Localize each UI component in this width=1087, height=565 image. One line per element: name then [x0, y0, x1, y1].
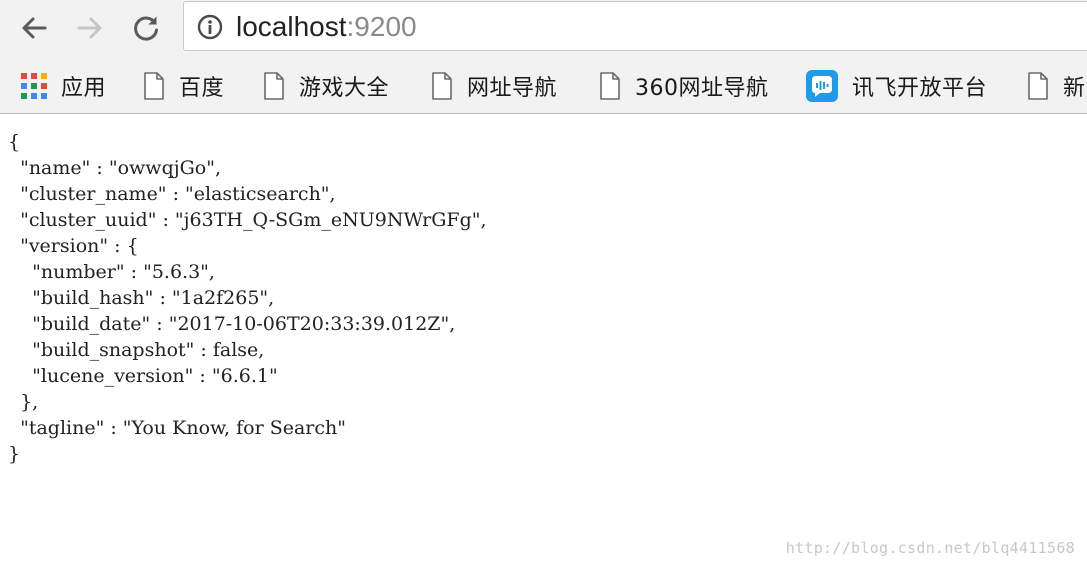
page-icon: [432, 72, 452, 100]
browser-toolbar: localhost:9200: [0, 0, 1087, 57]
back-button[interactable]: [14, 8, 54, 48]
browser-window: localhost:9200 应用 百度 游戏大全 网址导航 360网址导航 讯…: [0, 0, 1087, 565]
json-line: "build_date" : "2017-10-06T20:33:39.012Z…: [8, 313, 456, 335]
reload-icon: [134, 16, 158, 41]
bookmark-label: 游戏大全: [299, 76, 390, 101]
arrow-right-icon: [77, 17, 102, 39]
bookmark-360-nav[interactable]: 360网址导航: [599, 69, 769, 103]
apps-grid-icon: [21, 73, 47, 99]
json-line: "number" : "5.6.3",: [8, 261, 215, 283]
address-bar[interactable]: localhost:9200: [183, 1, 1087, 51]
json-line: "cluster_name" : "elasticsearch",: [8, 183, 336, 205]
xunfei-icon: [806, 70, 838, 102]
bookmark-apps[interactable]: 应用: [21, 69, 106, 103]
json-line: },: [8, 391, 39, 413]
bookmark-label: 百度: [179, 76, 225, 101]
bookmarks-bar: 应用 百度 游戏大全 网址导航 360网址导航 讯飞开放平台 新: [0, 57, 1087, 114]
bookmark-more[interactable]: 新: [1027, 69, 1086, 103]
json-response: { "name" : "owwqjGo", "cluster_name" : "…: [8, 129, 487, 467]
watermark: http://blog.csdn.net/blq4411568: [785, 539, 1075, 557]
reload-button[interactable]: [126, 8, 166, 48]
page-icon: [600, 72, 620, 100]
url-host: localhost: [236, 11, 347, 42]
bookmark-label: 360网址导航: [635, 76, 769, 101]
json-line: }: [8, 443, 21, 465]
url-port: :9200: [346, 11, 417, 42]
bookmark-label: 新: [1063, 76, 1086, 101]
bookmark-label: 网址导航: [467, 76, 558, 101]
forward-button[interactable]: [70, 8, 110, 48]
bookmark-label: 讯飞开放平台: [852, 76, 988, 101]
json-line: "version" : {: [8, 235, 139, 257]
bookmark-label: 应用: [61, 76, 107, 101]
page-icon: [1028, 72, 1048, 100]
json-line: "build_snapshot" : false,: [8, 339, 265, 361]
json-line: {: [8, 131, 21, 153]
json-line: "name" : "owwqjGo",: [8, 157, 222, 179]
bookmark-xunfei[interactable]: 讯飞开放平台: [806, 69, 987, 103]
info-icon[interactable]: [197, 14, 223, 40]
arrow-left-icon: [22, 17, 47, 39]
page-icon: [264, 72, 284, 100]
json-line: "cluster_uuid" : "j63TH_Q-SGm_eNU9NWrGFg…: [8, 209, 487, 231]
bookmark-games[interactable]: 游戏大全: [263, 69, 389, 103]
page-content: { "name" : "owwqjGo", "cluster_name" : "…: [0, 114, 1087, 565]
page-icon: [144, 72, 164, 100]
url-text[interactable]: localhost:9200: [236, 9, 417, 45]
bookmark-baidu[interactable]: 百度: [143, 69, 224, 103]
json-line: "build_hash" : "1a2f265",: [8, 287, 275, 309]
json-line: "lucene_version" : "6.6.1": [8, 365, 278, 387]
bookmark-web-nav[interactable]: 网址导航: [431, 69, 557, 103]
json-line: "tagline" : "You Know, for Search": [8, 417, 346, 439]
